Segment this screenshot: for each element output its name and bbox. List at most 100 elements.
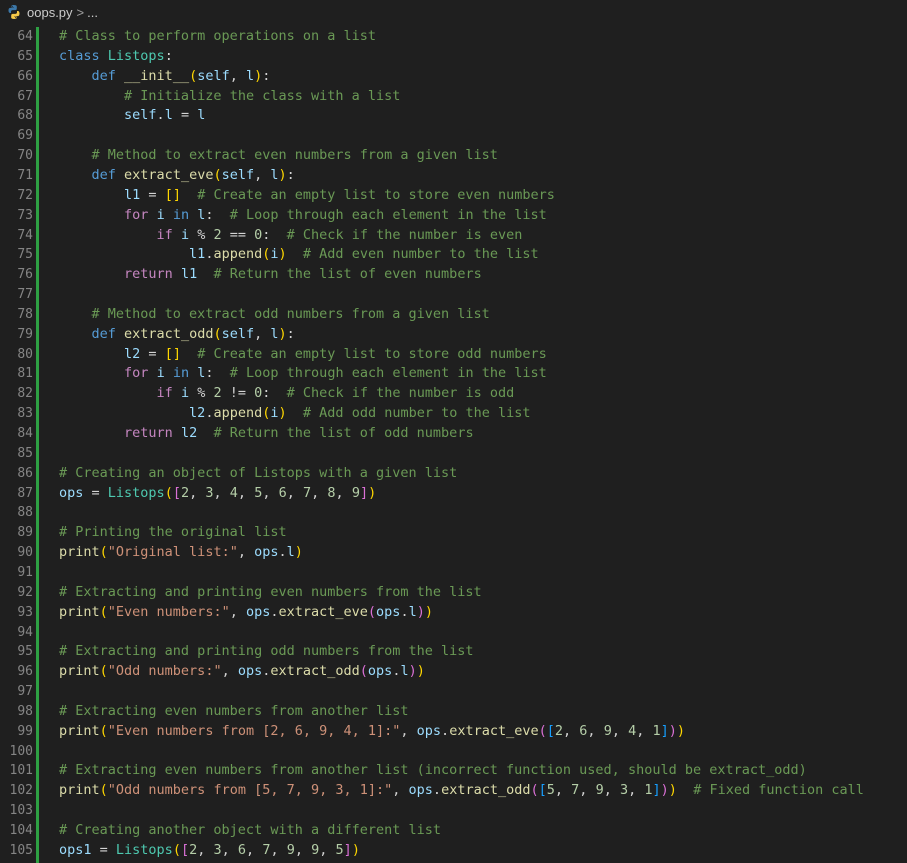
- code-token: # Loop through each element in the list: [229, 206, 547, 223]
- breadcrumb-file[interactable]: oops.py: [27, 5, 73, 20]
- code-line[interactable]: 75 l1.append(i) # Add even number to the…: [0, 245, 907, 265]
- code-token: # Add odd number to the list: [302, 405, 531, 422]
- code-token: (: [359, 663, 368, 680]
- code-token: if: [156, 385, 173, 402]
- code-text: # Extracting even numbers from another l…: [59, 702, 409, 722]
- code-line[interactable]: 84 return l2 # Return the list of odd nu…: [0, 424, 907, 444]
- code-line[interactable]: 81 for i in l: # Loop through each eleme…: [0, 364, 907, 384]
- code-editor[interactable]: oops.py > ... 64 # Class to perform opera…: [0, 0, 907, 863]
- code-token: def: [91, 325, 116, 342]
- code-token: ): [278, 246, 287, 263]
- code-token: extract_eve: [278, 603, 368, 620]
- breadcrumb-symbols[interactable]: ...: [87, 5, 98, 20]
- code-token: .: [270, 603, 279, 620]
- code-line[interactable]: 76 return l1 # Return the list of even n…: [0, 265, 907, 285]
- code-line[interactable]: 67 # Initialize the class with a list: [0, 87, 907, 107]
- code-token: extract_odd: [441, 782, 531, 799]
- code-line[interactable]: 73 for i in l: # Loop through each eleme…: [0, 206, 907, 226]
- line-number: 84: [17, 426, 33, 441]
- code-token: # Extracting even numbers from another l…: [59, 702, 409, 719]
- code-token: ,: [579, 782, 596, 799]
- code-line[interactable]: 86 # Creating an object of Listops with a…: [0, 464, 907, 484]
- code-text: print("Even numbers from [2, 6, 9, 4, 1]…: [59, 722, 685, 742]
- code-token: ,: [335, 484, 352, 501]
- code-line[interactable]: 103: [0, 801, 907, 821]
- code-token: ,: [294, 841, 312, 858]
- code-token: ops: [376, 603, 401, 620]
- code-token: # Method to extract odd numbers from a g…: [91, 305, 490, 322]
- line-number: 77: [17, 287, 33, 303]
- code-line[interactable]: 79 def extract_odd(self, l):: [0, 325, 907, 345]
- line-number: 88: [17, 505, 33, 521]
- code-token: ,: [319, 841, 336, 858]
- code-line[interactable]: 94: [0, 623, 907, 643]
- code-token: # Return the list of odd numbers: [213, 425, 474, 441]
- code-line[interactable]: 71 def extract_eve(self, l):: [0, 166, 907, 186]
- code-line[interactable]: 97: [0, 682, 907, 702]
- code-token: ops: [367, 663, 393, 680]
- code-area[interactable]: 64 # Class to perform operations on a lis…: [0, 27, 907, 863]
- code-line[interactable]: 69: [0, 126, 907, 146]
- code-line[interactable]: 68 self.l = l: [0, 106, 907, 126]
- code-token: if: [156, 226, 173, 243]
- code-line[interactable]: 65 class Listops:: [0, 47, 907, 67]
- code-token: ,: [611, 722, 629, 739]
- code-token: i: [270, 405, 279, 422]
- code-line[interactable]: 64 # Class to perform operations on a lis…: [0, 27, 907, 47]
- code-token: (: [189, 67, 198, 84]
- line-number: 85: [17, 445, 33, 461]
- code-line[interactable]: 95 # Extracting and printing odd numbers …: [0, 642, 907, 662]
- code-line[interactable]: 80 l2 = [] # Create an empty list to sto…: [0, 345, 907, 365]
- code-line[interactable]: 89 # Printing the original list: [0, 523, 907, 543]
- code-token: :: [205, 206, 230, 223]
- code-token: 2: [180, 484, 190, 501]
- code-line[interactable]: 93 print("Even numbers:", ops.extract_eve…: [0, 603, 907, 623]
- code-token: ): [278, 325, 287, 342]
- code-token: :: [286, 325, 295, 342]
- code-line[interactable]: 92 # Extracting and printing even numbers…: [0, 583, 907, 603]
- line-number: 99: [17, 723, 33, 739]
- code-token: i: [156, 206, 165, 223]
- code-line[interactable]: 100: [0, 742, 907, 762]
- code-line[interactable]: 87 ops = Listops([2, 3, 4, 5, 6, 7, 8, 9]…: [0, 484, 907, 504]
- code-line[interactable]: 104 # Creating another object with a diff…: [0, 821, 907, 841]
- code-line[interactable]: 77: [0, 285, 907, 305]
- code-token: ops: [416, 722, 442, 739]
- code-line[interactable]: 83 l2.append(i) # Add odd number to the …: [0, 404, 907, 424]
- code-line[interactable]: 91: [0, 563, 907, 583]
- code-token: extract_odd: [124, 325, 214, 342]
- code-line[interactable]: 88: [0, 503, 907, 523]
- code-line[interactable]: 85: [0, 444, 907, 464]
- code-token: 9: [603, 722, 612, 739]
- code-token: .: [432, 782, 442, 799]
- code-line[interactable]: 70 # Method to extract even numbers from…: [0, 146, 907, 166]
- code-line[interactable]: 99 print("Even numbers from [2, 6, 9, 4, …: [0, 722, 907, 742]
- line-number: 97: [17, 684, 33, 700]
- code-token: l: [246, 67, 255, 84]
- code-text: # Method to extract odd numbers from a g…: [59, 305, 490, 325]
- code-line[interactable]: 105 ops1 = Listops([2, 3, 6, 7, 9, 9, 5]): [0, 841, 907, 861]
- code-line[interactable]: 96 print("Odd numbers:", ops.extract_odd(…: [0, 662, 907, 682]
- code-line[interactable]: 101 # Extracting even numbers from anothe…: [0, 761, 907, 781]
- code-line[interactable]: 98 # Extracting even numbers from another…: [0, 702, 907, 722]
- code-text: # Extracting even numbers from another l…: [59, 761, 807, 781]
- code-line[interactable]: 74 if i % 2 == 0: # Check if the number …: [0, 226, 907, 246]
- code-token: ,: [229, 603, 246, 620]
- code-line[interactable]: 82 if i % 2 != 0: # Check if the number …: [0, 384, 907, 404]
- code-line[interactable]: 66 def __init__(self, l):: [0, 67, 907, 87]
- code-line[interactable]: 72 l1 = [] # Create an empty list to sto…: [0, 186, 907, 206]
- code-line[interactable]: 102 print("Odd numbers from [5, 7, 9, 3, …: [0, 781, 907, 801]
- code-token: =: [172, 107, 198, 124]
- code-token: 3: [619, 782, 629, 799]
- line-number: 101: [9, 763, 33, 779]
- code-text: # Creating an object of Listops with a g…: [59, 464, 457, 484]
- line-number: 79: [17, 326, 33, 342]
- code-token: ): [676, 722, 686, 739]
- code-line[interactable]: 90 print("Original list:", ops.l): [0, 543, 907, 563]
- code-line[interactable]: 78 # Method to extract odd numbers from …: [0, 305, 907, 325]
